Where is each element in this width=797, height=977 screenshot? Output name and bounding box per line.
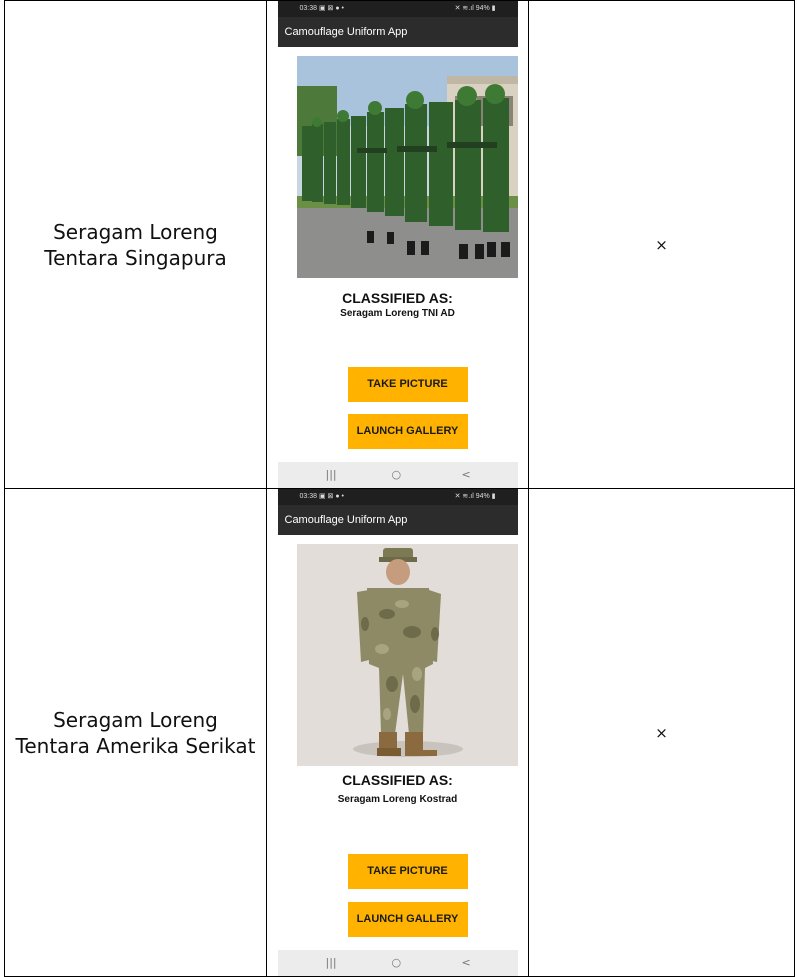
incorrect-mark: ×: [655, 235, 668, 254]
soldier-standing-photo: [296, 544, 518, 766]
status-icons: ✕ ≋.ıl 94% ▮: [454, 5, 496, 12]
soldiers-marching-photo: [296, 56, 518, 278]
incorrect-mark: ×: [655, 723, 668, 742]
table-row: Seragam Loreng Tentara Singapura 03:38 ▣…: [4, 0, 795, 489]
uniform-label-line: Tentara Singapura: [44, 245, 227, 270]
take-picture-button[interactable]: TAKE PICTURE: [347, 367, 468, 402]
screenshot-cell: 03:38 ▣ ⊠ ● • ✕ ≋.ıl 94% ▮ Camouflage Un…: [266, 0, 529, 489]
screenshot-cell: 03:38 ▣ ⊠ ● • ✕ ≋.ıl 94% ▮ Camouflage Un…: [266, 488, 529, 977]
uniform-label-cell: Seragam Loreng Tentara Amerika Serikat: [4, 488, 267, 977]
android-nav-bar: ||| ○ <: [277, 462, 518, 488]
recent-apps-icon[interactable]: |||: [326, 462, 337, 488]
result-mark-cell: ×: [528, 488, 795, 977]
launch-gallery-button[interactable]: LAUNCH GALLERY: [347, 414, 468, 449]
uniform-label-line: Seragam Loreng: [53, 219, 218, 244]
home-icon[interactable]: ○: [392, 462, 402, 488]
uniform-label-line: Tentara Amerika Serikat: [15, 733, 256, 758]
app-bar: Camouflage Uniform App: [277, 505, 518, 535]
phone-screen: 03:38 ▣ ⊠ ● • ✕ ≋.ıl 94% ▮ Camouflage Un…: [277, 489, 518, 976]
classified-result: Seragam Loreng Kostrad: [337, 794, 458, 805]
result-mark-cell: ×: [528, 0, 795, 489]
status-time: 03:38 ▣ ⊠ ● •: [299, 5, 344, 12]
app-title: Camouflage Uniform App: [284, 514, 408, 526]
status-bar: 03:38 ▣ ⊠ ● • ✕ ≋.ıl 94% ▮: [277, 489, 518, 505]
classified-title: CLASSIFIED AS:: [342, 772, 453, 788]
android-nav-bar: ||| ○ <: [277, 950, 518, 976]
app-bar: Camouflage Uniform App: [277, 17, 518, 47]
table-row: Seragam Loreng Tentara Amerika Serikat 0…: [4, 488, 795, 977]
classified-title: CLASSIFIED AS:: [342, 290, 453, 306]
back-icon[interactable]: <: [462, 950, 471, 976]
app-title: Camouflage Uniform App: [284, 26, 408, 38]
home-icon[interactable]: ○: [392, 950, 402, 976]
recent-apps-icon[interactable]: |||: [326, 950, 337, 976]
uniform-label-line: Seragam Loreng: [53, 707, 218, 732]
status-icons: ✕ ≋.ıl 94% ▮: [454, 493, 496, 500]
phone-screen: 03:38 ▣ ⊠ ● • ✕ ≋.ıl 94% ▮ Camouflage Un…: [277, 1, 518, 488]
uniform-label-cell: Seragam Loreng Tentara Singapura: [4, 0, 267, 489]
launch-gallery-button[interactable]: LAUNCH GALLERY: [347, 902, 468, 937]
classified-result: Seragam Loreng TNI AD: [340, 308, 455, 319]
back-icon[interactable]: <: [462, 462, 471, 488]
results-table: Seragam Loreng Tentara Singapura 03:38 ▣…: [4, 0, 795, 977]
take-picture-button[interactable]: TAKE PICTURE: [347, 854, 468, 889]
status-bar: 03:38 ▣ ⊠ ● • ✕ ≋.ıl 94% ▮: [277, 1, 518, 17]
status-time: 03:38 ▣ ⊠ ● •: [299, 493, 344, 500]
